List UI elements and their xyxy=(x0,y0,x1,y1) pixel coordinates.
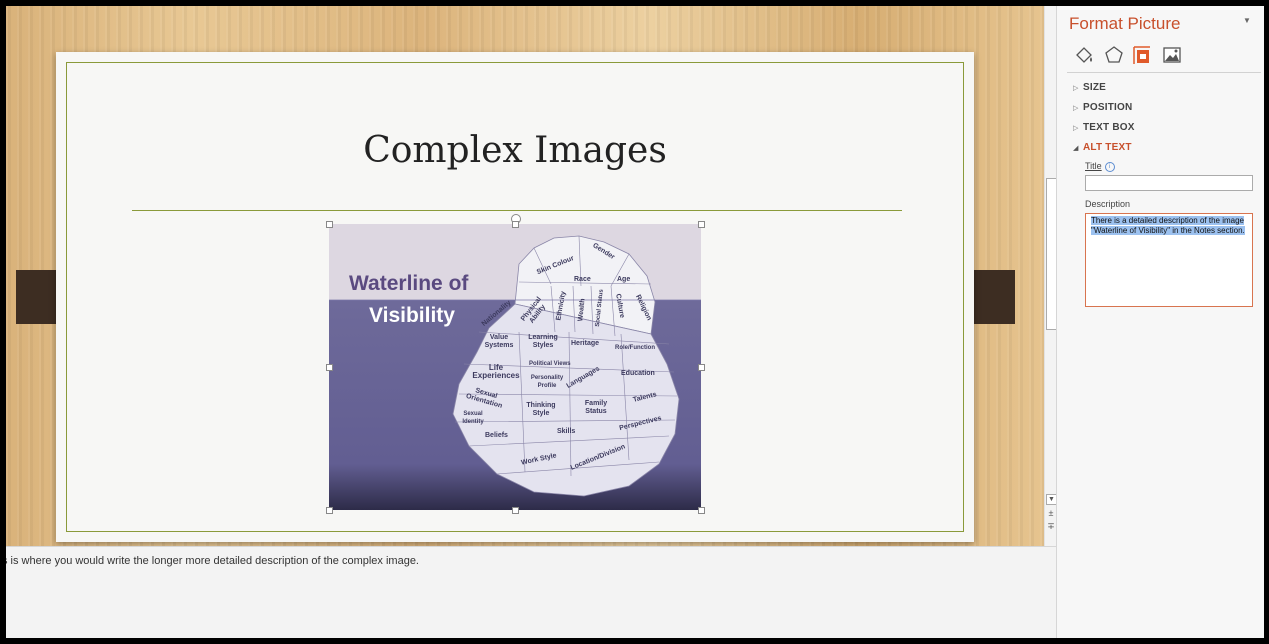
resize-handle-top-left[interactable] xyxy=(326,221,333,228)
title-divider xyxy=(132,210,902,211)
resize-handle-bottom-right[interactable] xyxy=(698,507,705,514)
label-sexual-identity: Sexual Identity xyxy=(462,411,484,425)
info-icon[interactable]: i xyxy=(1104,161,1115,172)
picture-title-line-2: Visibility xyxy=(369,304,455,327)
expand-arrow-icon: ▷ xyxy=(1073,125,1079,132)
label-thinking-style: Thinking Style xyxy=(526,402,556,417)
section-position-label: POSITION xyxy=(1083,102,1133,113)
alt-title-label: Title i xyxy=(1085,161,1115,172)
section-alt-text-label: ALT TEXT xyxy=(1083,142,1132,153)
pane-title: Format Picture xyxy=(1069,14,1181,33)
section-size-label: SIZE xyxy=(1083,82,1107,93)
resize-handle-bottom[interactable] xyxy=(512,507,519,514)
resize-handle-right[interactable] xyxy=(698,364,705,371)
active-tab-pointer xyxy=(1138,66,1150,72)
label-family-status: Family Status xyxy=(584,400,608,415)
section-size[interactable]: ▷ SIZE xyxy=(1073,82,1106,93)
picture-title-line-1: Waterline of xyxy=(349,272,469,295)
label-learning-styles: Learning Styles xyxy=(528,334,558,349)
notes-pane[interactable]: s is where you would write the longer mo… xyxy=(6,546,1056,638)
alt-description-selected-text: There is a detailed description of the i… xyxy=(1091,216,1245,235)
label-race: Race xyxy=(574,276,591,283)
slide-editing-area[interactable]: Complex Images Waterline of Visibility S… xyxy=(6,6,1044,546)
picture-icon[interactable] xyxy=(1161,44,1183,66)
resize-handle-bottom-left[interactable] xyxy=(326,507,333,514)
collapse-arrow-icon: ◢ xyxy=(1073,145,1079,152)
label-education: Education xyxy=(621,370,655,377)
expand-arrow-icon: ▷ xyxy=(1073,85,1079,92)
section-text-box-label: TEXT BOX xyxy=(1083,122,1135,133)
waterline-picture[interactable]: Waterline of Visibility Skin Colour Gend… xyxy=(329,224,701,510)
label-personality-profile: Personality Profile xyxy=(530,375,564,389)
pane-options-icon[interactable]: ▼ xyxy=(1243,16,1251,25)
alt-description-label: Description xyxy=(1085,199,1131,209)
fill-line-icon[interactable] xyxy=(1073,44,1095,66)
label-life-experiences: Life Experiences xyxy=(472,363,520,380)
alt-title-input[interactable] xyxy=(1085,175,1253,191)
alt-description-text: There is a detailed description of the i… xyxy=(1091,216,1247,236)
alt-title-label-text: Title xyxy=(1085,161,1102,171)
slide-canvas[interactable]: Complex Images Waterline of Visibility S… xyxy=(56,52,974,542)
label-political-views: Political Views xyxy=(529,361,571,367)
label-skills: Skills xyxy=(557,428,576,435)
label-role-function: Role/Function xyxy=(615,345,655,351)
alt-description-input[interactable]: There is a detailed description of the i… xyxy=(1085,213,1253,307)
label-age: Age xyxy=(617,276,631,283)
expand-arrow-icon: ▷ xyxy=(1073,105,1079,112)
resize-handle-left[interactable] xyxy=(326,364,333,371)
effects-pentagon-icon[interactable] xyxy=(1103,44,1125,66)
size-properties-icon[interactable] xyxy=(1131,44,1153,66)
section-text-box[interactable]: ▷ TEXT BOX xyxy=(1073,122,1135,133)
format-picture-pane: Format Picture ▼ ▷ SIZE ▷ POSITION ▷ TEXT B… xyxy=(1056,6,1264,638)
label-heritage: Heritage xyxy=(571,340,600,347)
resize-handle-top-right[interactable] xyxy=(698,221,705,228)
tab-divider xyxy=(1067,72,1261,73)
powerpoint-window: Complex Images Waterline of Visibility S… xyxy=(6,6,1264,638)
slide-title[interactable]: Complex Images xyxy=(56,130,974,171)
label-value-systems: Value Systems xyxy=(484,334,514,349)
resize-handle-top[interactable] xyxy=(512,221,519,228)
label-beliefs: Beliefs xyxy=(485,432,508,439)
section-position[interactable]: ▷ POSITION xyxy=(1073,102,1132,113)
notes-text[interactable]: s is where you would write the longer mo… xyxy=(6,555,419,567)
section-alt-text[interactable]: ◢ ALT TEXT xyxy=(1073,142,1132,153)
